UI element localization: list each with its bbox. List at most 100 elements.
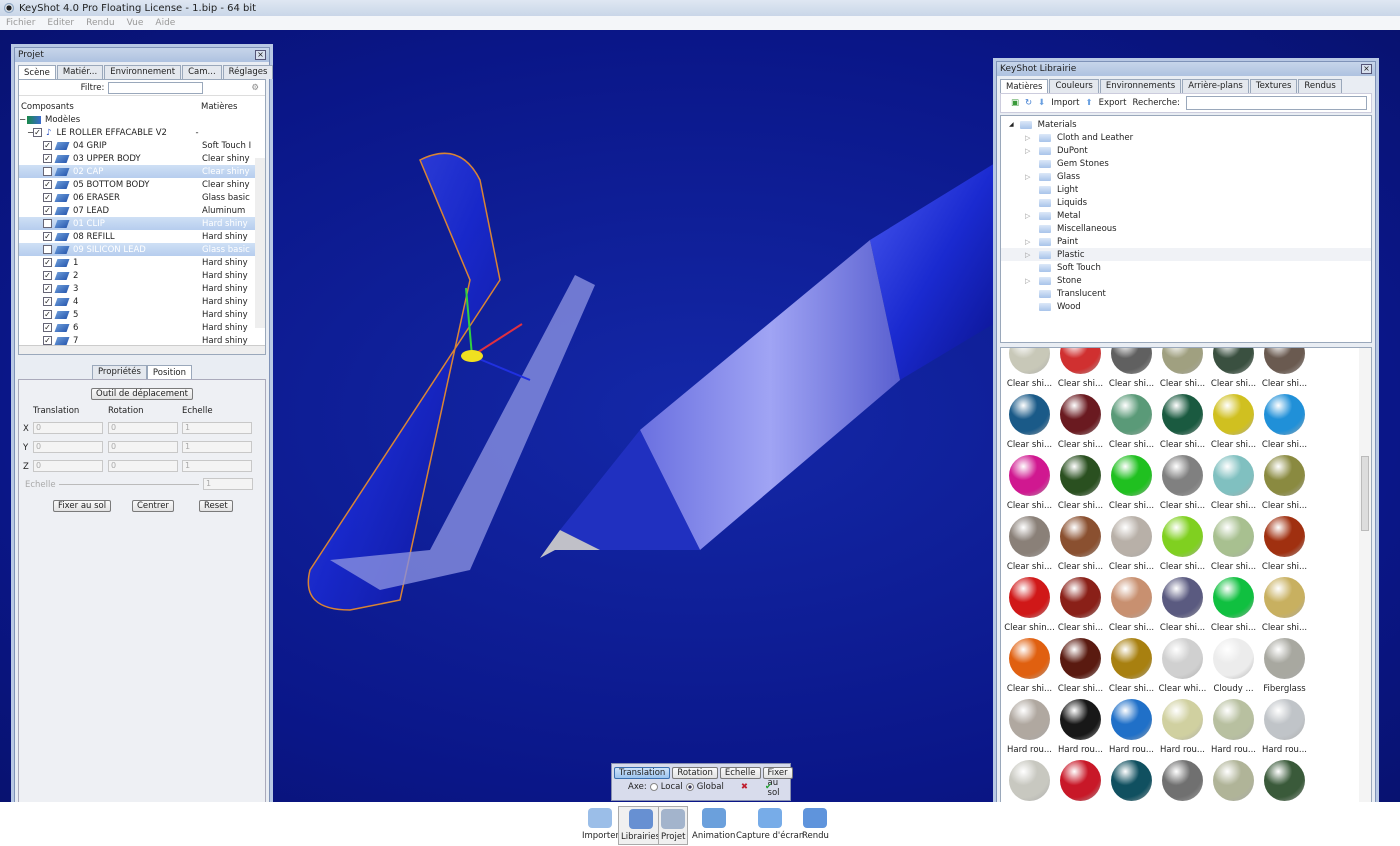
library-tab-3[interactable]: Arrière-plans — [1182, 79, 1249, 93]
checkbox[interactable]: ✓ — [33, 128, 42, 137]
material-swatch[interactable] — [1060, 577, 1101, 618]
material-swatch[interactable] — [1111, 394, 1152, 435]
checkbox[interactable]: ✓ — [43, 336, 52, 345]
confirm-icon[interactable]: ✔ — [765, 782, 772, 792]
material-swatch[interactable] — [1111, 638, 1152, 679]
toolbar-animation[interactable]: Animation — [690, 806, 737, 843]
checkbox[interactable]: ✓ — [43, 284, 52, 293]
material-swatch[interactable] — [1009, 348, 1050, 374]
checkbox[interactable]: ✓ — [43, 297, 52, 306]
material-swatch[interactable] — [1060, 699, 1101, 740]
folder-item[interactable]: ▷ Stone — [1001, 274, 1371, 287]
material-swatch[interactable] — [1264, 348, 1305, 374]
material-swatch[interactable] — [1060, 638, 1101, 679]
material-swatch[interactable] — [1009, 699, 1050, 740]
models-root[interactable]: Modèles — [45, 115, 80, 125]
material-swatch[interactable] — [1060, 760, 1101, 801]
local-label[interactable]: Local — [661, 782, 683, 792]
toolbar-libraries[interactable]: Librairies — [618, 806, 664, 845]
subtab-1[interactable]: Position — [146, 365, 193, 379]
cancel-icon[interactable]: ✖ — [741, 782, 748, 792]
material-swatch[interactable] — [1264, 516, 1305, 557]
value-field[interactable]: 0 — [33, 422, 103, 434]
value-field[interactable]: 1 — [182, 441, 252, 453]
tree-row[interactable]: ✓ 3 Hard shiny — [19, 282, 265, 295]
checkbox[interactable]: ✓ — [43, 206, 52, 215]
tree-row[interactable]: ✓ 1 Hard shiny — [19, 256, 265, 269]
value-field[interactable]: 0 — [108, 460, 178, 472]
transform-button-2[interactable]: Echelle — [719, 767, 761, 779]
checkbox[interactable]: ✓ — [43, 193, 52, 202]
material-swatch[interactable] — [1213, 348, 1254, 374]
material-swatch[interactable] — [1060, 516, 1101, 557]
close-icon[interactable]: × — [255, 50, 266, 60]
folder-item[interactable]: Liquids — [1001, 196, 1371, 209]
material-swatch[interactable] — [1111, 348, 1152, 374]
material-swatch[interactable] — [1264, 638, 1305, 679]
library-tab-1[interactable]: Couleurs — [1049, 79, 1099, 93]
tree-row[interactable]: ✓ 6 Hard shiny — [19, 321, 265, 334]
toolbar-screenshot[interactable]: Capture d'écran — [734, 806, 806, 843]
projet-titlebar[interactable]: Projet × — [15, 48, 269, 62]
materials-root[interactable]: ◢ Materials — [1001, 118, 1371, 131]
tree-row[interactable]: ✓ 08 REFILL Hard shiny — [19, 230, 265, 243]
tab-3[interactable]: Cam... — [182, 65, 222, 79]
radio-global[interactable] — [685, 783, 694, 791]
value-field[interactable]: 0 — [108, 422, 178, 434]
checkbox[interactable]: ✓ — [43, 232, 52, 241]
checkbox[interactable]: ✓ — [43, 271, 52, 280]
checkbox[interactable]: ✓ — [43, 323, 52, 332]
material-swatch[interactable] — [1264, 394, 1305, 435]
col-materials[interactable]: Matières — [201, 102, 237, 112]
value-field[interactable]: 0 — [108, 441, 178, 453]
value-field[interactable]: 0 — [33, 441, 103, 453]
tree-row[interactable]: ✓ 04 GRIP Soft Touch I — [19, 139, 265, 152]
material-swatch[interactable] — [1162, 760, 1203, 801]
material-swatch[interactable] — [1060, 455, 1101, 496]
folder-item[interactable]: ▷ Cloth and Leather — [1001, 131, 1371, 144]
material-swatch[interactable] — [1162, 638, 1203, 679]
checkbox[interactable]: ✓ — [43, 245, 52, 254]
value-field[interactable]: 0 — [33, 460, 103, 472]
scale-value[interactable]: 1 — [203, 478, 253, 490]
material-swatch[interactable] — [1060, 348, 1101, 374]
material-swatch[interactable] — [1111, 516, 1152, 557]
checkbox[interactable]: ✓ — [43, 167, 52, 176]
folder-item[interactable]: Soft Touch — [1001, 261, 1371, 274]
tree-row[interactable]: ✓ 4 Hard shiny — [19, 295, 265, 308]
material-swatch[interactable] — [1213, 394, 1254, 435]
menu-3[interactable]: Vue — [127, 18, 144, 28]
export-button[interactable]: Export — [1099, 98, 1127, 108]
material-swatch[interactable] — [1009, 455, 1050, 496]
material-swatch[interactable] — [1264, 760, 1305, 801]
tree-scrollbar[interactable] — [255, 158, 265, 328]
tree-row[interactable]: ✓ 2 Hard shiny — [19, 269, 265, 282]
folder-item[interactable]: Gem Stones — [1001, 157, 1371, 170]
model-name[interactable]: LE ROLLER EFFACABLE V2 — [56, 128, 195, 138]
menu-2[interactable]: Rendu — [86, 18, 115, 28]
library-tab-0[interactable]: Matières — [1000, 79, 1049, 93]
action-button-0[interactable]: Fixer au sol — [53, 500, 112, 512]
search-input[interactable] — [1185, 96, 1367, 110]
material-swatch[interactable] — [1264, 455, 1305, 496]
folder-item[interactable]: ▷ DuPont — [1001, 144, 1371, 157]
folder-item[interactable]: ▷ Paint — [1001, 235, 1371, 248]
material-swatch[interactable] — [1009, 516, 1050, 557]
tree-row[interactable]: ✓ 09 SILICON LEAD Glass basic — [19, 243, 265, 256]
tab-4[interactable]: Réglages — [222, 65, 274, 79]
material-swatch[interactable] — [1009, 760, 1050, 801]
folder-item[interactable]: ▷ Glass — [1001, 170, 1371, 183]
folder-item[interactable]: Miscellaneous — [1001, 222, 1371, 235]
folder-item[interactable]: ▷ Metal — [1001, 209, 1371, 222]
folder-item[interactable]: Wood — [1001, 300, 1371, 313]
close-icon[interactable]: × — [1361, 64, 1372, 74]
add-folder-icon[interactable]: ▣ — [1011, 98, 1019, 108]
material-swatch[interactable] — [1162, 455, 1203, 496]
material-swatch[interactable] — [1111, 760, 1152, 801]
tree-row[interactable]: ✓ 01 CLIP Hard shiny — [19, 217, 265, 230]
action-button-2[interactable]: Reset — [199, 500, 233, 512]
radio-local[interactable] — [649, 783, 658, 791]
library-tab-5[interactable]: Rendus — [1298, 79, 1342, 93]
tab-2[interactable]: Environnement — [104, 65, 182, 79]
transform-button-0[interactable]: Translation — [614, 767, 671, 779]
